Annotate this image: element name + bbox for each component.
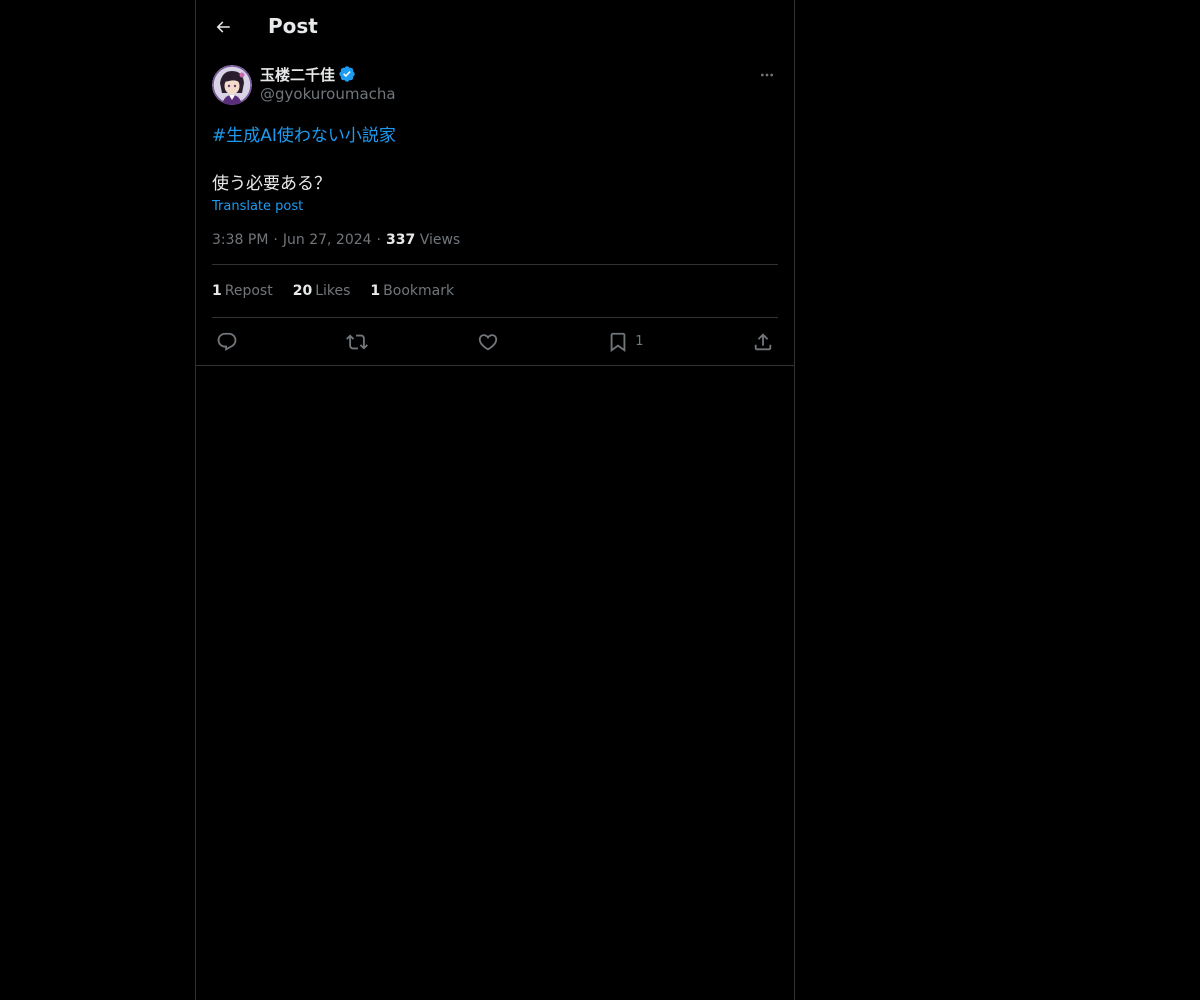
avatar-image	[212, 65, 252, 105]
author-name[interactable]: 玉楼二千佳	[260, 64, 335, 85]
post-article: 玉楼二千佳 @gyokuroumacha #生成AI使わない小説家 使う必要ある…	[196, 64, 794, 365]
post-meta: 3:38 PM · Jun 27, 2024 · 337 Views	[212, 232, 778, 265]
repost-icon	[346, 334, 369, 349]
post-column: Post 玉楼二千佳 @gyokuroumacha #生成AI使わない小説家 使…	[195, 0, 795, 1000]
back-button[interactable]	[208, 10, 238, 44]
avatar[interactable]	[212, 65, 252, 105]
like-button[interactable]	[477, 331, 499, 353]
post-stats: 1 Repost 20 Likes 1 Bookmark	[212, 265, 778, 318]
stat-label: Bookmark	[383, 283, 455, 299]
verified-badge-icon[interactable]	[338, 65, 356, 83]
author-name-line[interactable]: 玉楼二千佳	[260, 64, 396, 84]
divider	[196, 365, 794, 366]
stat-label: Repost	[224, 283, 273, 299]
repost-button[interactable]	[346, 331, 369, 353]
stat-likes[interactable]: 20 Likes	[293, 283, 351, 299]
views-label: Views	[419, 232, 461, 248]
reply-button[interactable]	[216, 331, 238, 353]
stat-label: Likes	[315, 283, 351, 299]
meta-separator: ·	[376, 232, 381, 248]
bookmark-button[interactable]: 1	[607, 331, 644, 353]
views-count: 337	[386, 232, 416, 248]
translate-post-link[interactable]: Translate post	[212, 199, 303, 214]
page-header: Post	[196, 0, 794, 54]
reply-icon	[217, 332, 237, 351]
more-options-button[interactable]	[756, 64, 778, 86]
arrow-left-icon	[216, 21, 230, 33]
meta-separator: ·	[273, 232, 278, 248]
author-row: 玉楼二千佳 @gyokuroumacha	[212, 64, 778, 112]
action-bar: 1	[212, 318, 778, 365]
stat-count: 1	[370, 283, 381, 299]
bookmark-count: 1	[635, 334, 644, 349]
stat-reposts[interactable]: 1 Repost	[212, 283, 273, 299]
page-title: Post	[268, 14, 318, 38]
stat-count: 20	[292, 283, 313, 299]
share-icon	[754, 332, 772, 350]
share-button[interactable]	[752, 331, 774, 353]
post-date[interactable]: Jun 27, 2024	[283, 232, 372, 248]
hashtag-link[interactable]: #生成AI使わない小説家	[212, 126, 396, 146]
stat-bookmarks[interactable]: 1 Bookmark	[370, 283, 454, 299]
post-body: #生成AI使わない小説家 使う必要ある？	[212, 125, 778, 195]
post-text: 使う必要ある？	[212, 174, 331, 194]
more-icon	[761, 73, 773, 77]
post-time[interactable]: 3:38 PM	[212, 232, 268, 248]
bookmark-icon	[610, 332, 626, 352]
heart-icon	[478, 333, 498, 350]
author-text: 玉楼二千佳 @gyokuroumacha	[260, 64, 396, 104]
stat-count: 1	[212, 283, 222, 299]
author-handle[interactable]: @gyokuroumacha	[260, 85, 396, 103]
